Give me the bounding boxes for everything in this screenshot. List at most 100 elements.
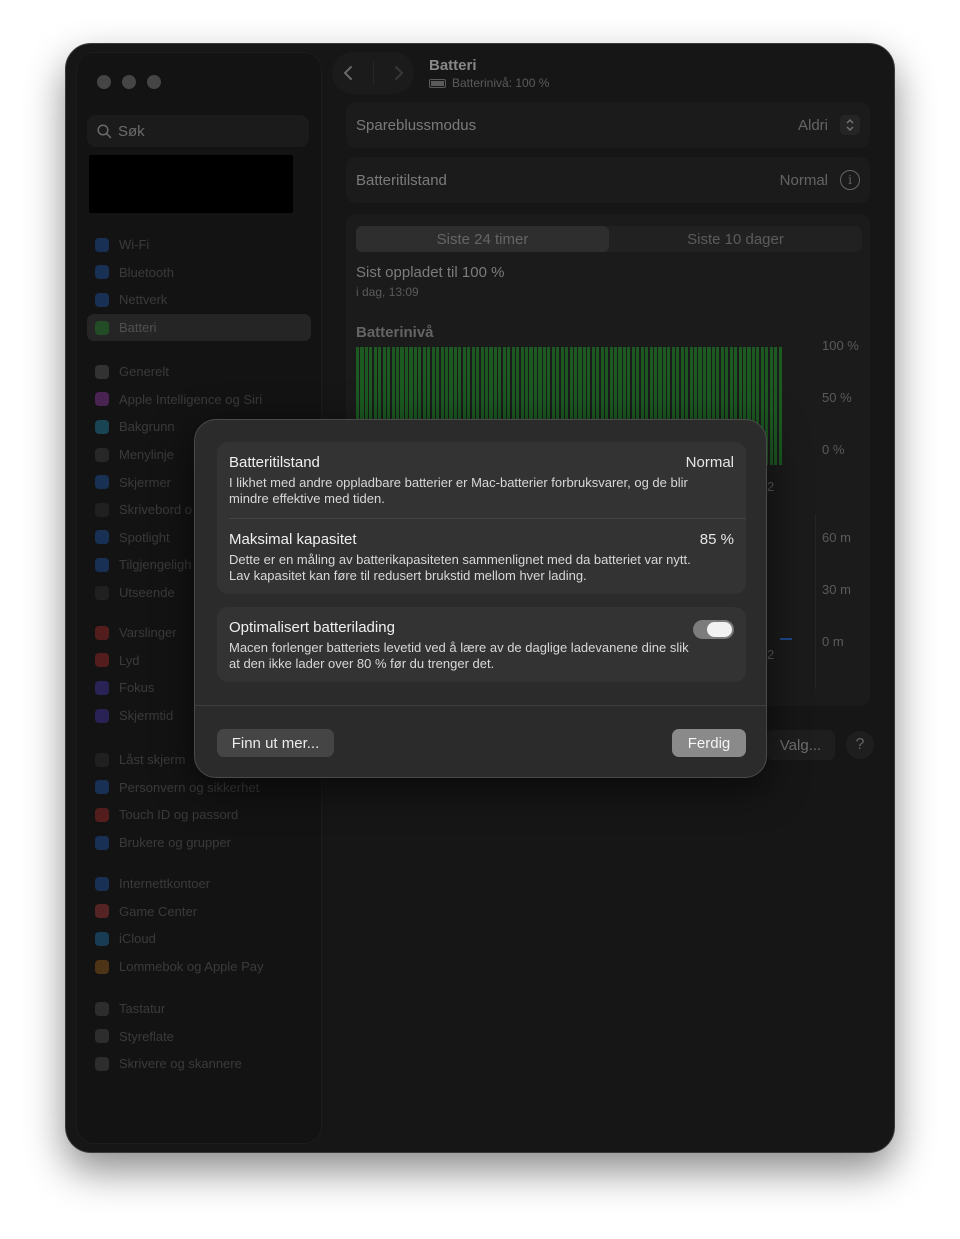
tab-last-10-days[interactable]: Siste 10 dager — [609, 226, 862, 252]
y-tick-label: 0 % — [822, 442, 845, 457]
sidebar-item-label: Varslinger — [119, 625, 177, 641]
account-card[interactable] — [89, 155, 293, 213]
y-tick-label: 100 % — [822, 338, 859, 353]
sidebar-item[interactable]: Generelt — [87, 358, 311, 386]
sidebar-item-icon — [95, 530, 109, 545]
sidebar-item-icon — [95, 876, 109, 891]
sidebar-item-label: Generelt — [119, 364, 169, 380]
sidebar-item-icon — [95, 447, 109, 462]
health-title: Batteritilstand — [229, 454, 320, 471]
battery-level-bar — [769, 347, 773, 465]
health-value: Normal — [685, 454, 734, 471]
sidebar-group: Internettkontoer Game Center iCloud Lommebo… — [87, 870, 311, 980]
sidebar-item[interactable]: Lommebok og Apple Pay — [87, 953, 311, 981]
zoom-window-button[interactable] — [147, 75, 161, 89]
capacity-title: Maksimal kapasitet — [229, 531, 357, 548]
sidebar-item[interactable]: Apple Intelligence og Siri — [87, 386, 311, 414]
chart-title: Batterinivå — [356, 324, 434, 341]
chart-gridline — [815, 514, 816, 689]
sidebar-group: Wi-Fi Bluetooth Nettverk Batteri — [87, 231, 311, 342]
optimized-charging-card: Optimalisert batterilading Macen forleng… — [217, 607, 746, 682]
sidebar-item-icon — [95, 625, 109, 640]
sidebar-item[interactable]: Bluetooth — [87, 259, 311, 287]
learn-more-button[interactable]: Finn ut mer... — [217, 729, 334, 757]
help-button[interactable]: ? — [846, 731, 874, 759]
sidebar-item-label: Internettkontoer — [119, 876, 211, 892]
forward-chevron-icon[interactable] — [393, 65, 405, 81]
sidebar-item-icon — [95, 557, 109, 572]
sidebar-item[interactable]: Touch ID og passord — [87, 801, 311, 829]
battery-health-dialog: Batteritilstand Normal I likhet med andr… — [194, 419, 767, 778]
info-icon[interactable]: i — [840, 170, 860, 190]
sidebar-item-label: Personvern og sikkerhet — [119, 779, 260, 795]
back-chevron-icon[interactable] — [342, 65, 354, 81]
sidebar-item-label: Wi-Fi — [119, 237, 150, 253]
sidebar-item-label: Skrivere og skannere — [119, 1056, 242, 1072]
optimized-charging-description: Macen forlenger batteriets levetid ved å… — [229, 640, 689, 671]
sidebar-item-icon — [95, 931, 109, 946]
sidebar-item[interactable]: Styreflate — [87, 1023, 311, 1051]
sidebar-item-icon — [95, 585, 109, 600]
sidebar-item-icon — [95, 475, 109, 490]
sidebar-item-icon — [95, 364, 109, 379]
usage-bar — [780, 638, 792, 640]
close-window-button[interactable] — [97, 75, 111, 89]
page-title: Batteri — [429, 57, 477, 74]
sidebar-item[interactable]: Skrivere og skannere — [87, 1050, 311, 1078]
sidebar-item[interactable]: Tastatur — [87, 995, 311, 1023]
search-input[interactable]: Søk — [87, 115, 309, 147]
sidebar-group: Tastatur Styreflate Skrivere og skannere — [87, 995, 311, 1078]
sidebar-item-label: Tilgjengeligh — [119, 557, 192, 573]
sidebar-item-label: Spotlight — [119, 529, 170, 545]
usage-tick-label: 60 m — [822, 530, 851, 545]
sidebar-item[interactable]: Batteri — [87, 313, 311, 342]
minimize-window-button[interactable] — [122, 75, 136, 89]
options-button[interactable]: Valg... — [766, 730, 835, 760]
optimized-charging-toggle[interactable] — [693, 620, 734, 639]
sidebar-item-label: Brukere og grupper — [119, 835, 232, 851]
dialog-separator — [195, 705, 766, 706]
sidebar-item-icon — [95, 680, 109, 695]
sidebar-item-label: Apple Intelligence og Siri — [119, 391, 263, 407]
y-tick-label: 50 % — [822, 390, 852, 405]
tab-last-24-hours[interactable]: Siste 24 timer — [356, 226, 609, 252]
search-placeholder: Søk — [118, 122, 145, 140]
done-button[interactable]: Ferdig — [672, 729, 746, 757]
sidebar-item-label: Lommebok og Apple Pay — [119, 959, 264, 975]
sidebar-item-icon — [95, 1029, 109, 1044]
sidebar-item[interactable]: Game Center — [87, 898, 311, 926]
optimized-charging-title: Optimalisert batterilading — [229, 619, 395, 636]
sidebar-item[interactable]: Internettkontoer — [87, 870, 311, 898]
sidebar-item-label: iCloud — [119, 931, 156, 947]
sidebar-item[interactable]: Nettverk — [87, 286, 311, 314]
power-saving-select[interactable]: Aldri — [798, 115, 860, 135]
sidebar-item-icon — [95, 237, 109, 252]
sidebar-item-label: Fokus — [119, 680, 155, 696]
search-icon — [97, 123, 112, 138]
x-tick-label: 2 — [767, 479, 775, 494]
sidebar-item-label: Styreflate — [119, 1028, 174, 1044]
usage-tick-label: 0 m — [822, 634, 844, 649]
card-divider — [229, 518, 746, 519]
sidebar-item-label: Utseende — [119, 585, 175, 601]
usage-tick-label: 30 m — [822, 582, 851, 597]
sidebar-item-icon — [95, 780, 109, 795]
battery-health-value: Normal — [779, 171, 828, 189]
sidebar-item-icon — [95, 502, 109, 517]
sidebar-item[interactable]: Brukere og grupper — [87, 829, 311, 857]
sidebar-item-icon — [95, 265, 109, 280]
sidebar-item-icon — [95, 752, 109, 767]
battery-icon — [429, 78, 446, 88]
sidebar-item[interactable]: Wi-Fi — [87, 231, 311, 259]
battery-level-bar — [774, 347, 778, 465]
sidebar-item-icon — [95, 653, 109, 668]
window-controls — [97, 75, 161, 89]
sidebar-item-label: Skjermtid — [119, 708, 174, 724]
sidebar-item-icon — [95, 835, 109, 850]
sidebar-item-label: Nettverk — [119, 292, 168, 308]
sidebar-item-label: Touch ID og passord — [119, 807, 239, 823]
sidebar-item[interactable]: iCloud — [87, 925, 311, 953]
sidebar-item-label: Menylinje — [119, 447, 174, 463]
sidebar-item-label: Tastatur — [119, 1001, 166, 1017]
battery-health-row: Batteritilstand Normal i — [346, 157, 870, 203]
